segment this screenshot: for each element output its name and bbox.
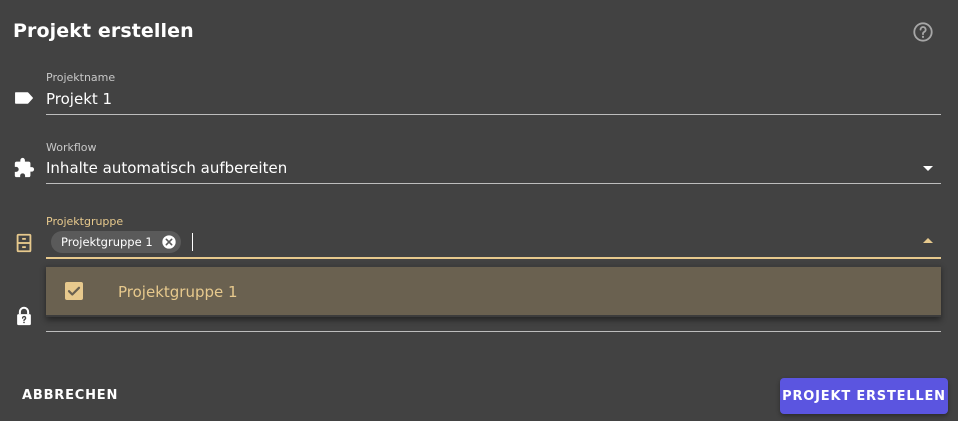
workflow-select[interactable]: Inhalte automatisch aufbereiten xyxy=(46,159,287,177)
project-group-label: Projektgruppe xyxy=(46,215,124,228)
dropdown-option[interactable]: Projektgruppe 1 xyxy=(46,267,941,315)
create-project-button[interactable]: PROJEKT ERSTELLEN xyxy=(780,378,948,414)
dialog-title: Projekt erstellen xyxy=(13,20,194,42)
lock-icon xyxy=(17,306,31,326)
project-group-chevron-up-icon[interactable] xyxy=(923,238,933,243)
chip-remove-icon[interactable] xyxy=(161,234,177,250)
project-group-chip[interactable]: Projektgruppe 1 xyxy=(51,231,181,253)
cancel-button[interactable]: ABBRECHEN xyxy=(22,388,118,403)
project-name-label: Projektname xyxy=(46,71,116,84)
access-underline xyxy=(46,331,941,332)
puzzle-icon xyxy=(14,157,35,178)
dropdown-option-label: Projektgruppe 1 xyxy=(118,283,238,301)
archive-icon xyxy=(16,233,32,253)
chip-label: Projektgruppe 1 xyxy=(61,235,153,249)
project-group-underline xyxy=(46,257,941,259)
project-name-input[interactable]: Projekt 1 xyxy=(46,90,112,108)
checkbox-checked-icon[interactable] xyxy=(65,282,83,300)
project-group-dropdown: Projektgruppe 1 xyxy=(46,265,941,317)
workflow-chevron-down-icon[interactable] xyxy=(923,166,933,171)
workflow-underline xyxy=(46,183,941,184)
help-icon[interactable] xyxy=(912,21,934,43)
project-name-underline xyxy=(46,114,941,115)
text-cursor xyxy=(192,233,193,251)
label-icon xyxy=(15,92,33,104)
workflow-label: Workflow xyxy=(46,141,97,154)
